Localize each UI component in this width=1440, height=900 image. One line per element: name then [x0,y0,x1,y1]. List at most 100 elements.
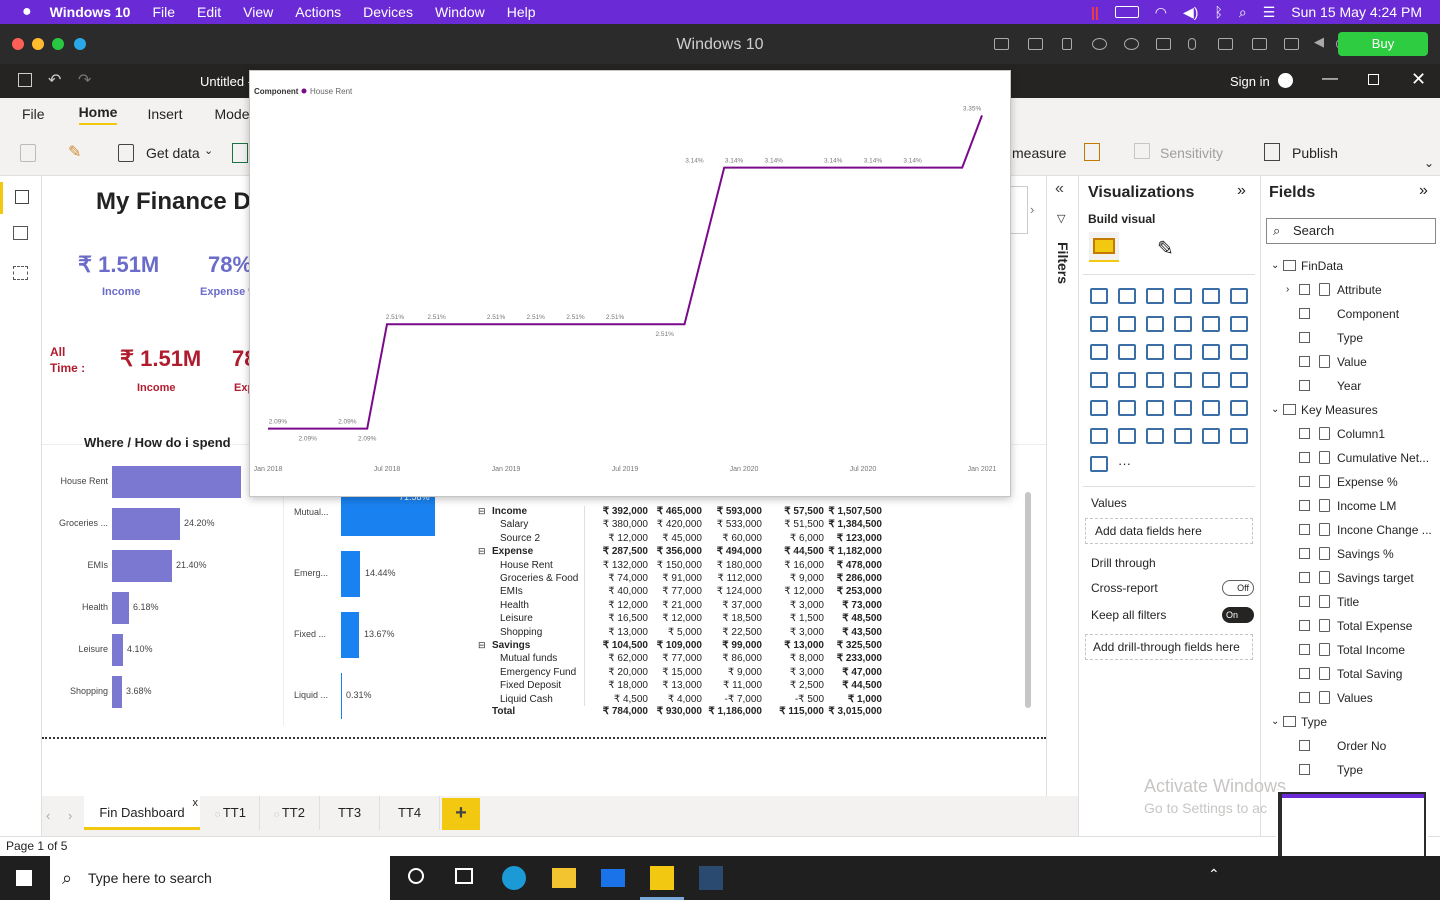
add-data-well[interactable]: Add data fields here [1085,518,1253,544]
format-painter-icon[interactable]: ✎ [68,142,81,162]
chevron-down-icon[interactable]: ⌄ [1271,254,1279,278]
checkbox[interactable] [1299,428,1310,439]
field-item[interactable]: Expense % [1261,470,1440,494]
field-item[interactable]: Type [1261,758,1440,782]
filters-label[interactable]: Filters [1055,242,1071,302]
excel-icon[interactable] [232,143,248,163]
viz-type-icon[interactable] [1202,372,1220,388]
viz-type-icon[interactable] [1090,372,1108,388]
powerbi-taskbar-icon[interactable] [650,866,674,890]
viz-type-icon[interactable] [1118,316,1136,332]
line-chart-popup[interactable]: Component House Rent Jan 2018 Jul 2018 Jan 2… [249,70,1011,497]
volume-icon[interactable]: ◀) [1183,4,1198,21]
redo-icon[interactable]: ↷ [78,70,91,90]
viz-type-icon[interactable]: ··· [1118,456,1136,472]
viz-type-icon[interactable] [1174,400,1192,416]
checkbox[interactable] [1299,452,1310,463]
menu-edit[interactable]: Edit [197,4,221,20]
menu-view[interactable]: View [243,4,273,20]
chevron-down-icon[interactable]: ⌄ [1271,398,1279,422]
checkbox[interactable] [1299,332,1310,343]
usb-icon[interactable] [1062,38,1072,50]
minimize-button[interactable]: — [1322,70,1338,88]
video-icon[interactable] [1252,38,1267,50]
checkbox[interactable] [1299,308,1310,319]
viz-type-icon[interactable] [1146,372,1164,388]
checkbox[interactable] [1299,356,1310,367]
spend-chart[interactable]: House Rent Groceries ... 24.20% EMIs 21.40% H… [42,466,282,726]
field-item[interactable]: Component [1261,302,1440,326]
field-item[interactable]: Year [1261,374,1440,398]
search-icon[interactable]: ⌕ [1239,4,1247,21]
menu-app[interactable]: Windows 10 [50,4,131,20]
sound-icon[interactable] [1156,38,1171,50]
viz-type-icon[interactable] [1090,344,1108,360]
battery-icon[interactable] [1114,6,1139,18]
data-view-icon[interactable] [13,226,28,240]
model-view-icon[interactable] [13,266,28,280]
format-visual-icon[interactable]: ✎ [1157,236,1174,261]
back-icon[interactable]: ◀ [1314,34,1329,49]
viz-type-icon[interactable] [1146,428,1164,444]
cpu-icon[interactable] [1028,38,1043,50]
next-page-icon[interactable]: › [68,808,72,823]
spend-bar[interactable] [112,466,241,498]
keep-filters-toggle[interactable]: On [1222,607,1254,623]
legend-entry[interactable]: House Rent [310,87,353,96]
file-explorer-icon[interactable] [552,868,576,888]
viz-type-icon[interactable] [1146,400,1164,416]
drive-icon[interactable] [1218,38,1233,50]
mail-icon[interactable] [601,869,625,887]
parallels-taskbar-icon[interactable] [699,866,723,890]
close-button[interactable]: ✕ [1411,69,1426,90]
viz-type-icon[interactable] [1174,372,1192,388]
field-item[interactable]: Savings target [1261,566,1440,590]
collapse-left-icon[interactable]: « [1055,180,1064,198]
expand-icon[interactable]: » [1237,182,1246,200]
viz-type-icon[interactable] [1202,288,1220,304]
viz-type-icon[interactable] [1230,400,1248,416]
new-measure-button[interactable]: measure [1012,145,1066,161]
chevron-right-icon[interactable]: › [1030,202,1034,217]
quick-measure-icon[interactable] [1084,143,1100,161]
checkbox[interactable] [1299,644,1310,655]
field-item[interactable]: Column1 [1261,422,1440,446]
database-icon[interactable] [118,144,134,162]
network-icon[interactable] [1124,38,1139,50]
field-item[interactable]: › Attribute [1261,278,1440,302]
add-page-button[interactable]: + [442,798,480,830]
expand-icon[interactable]: » [1419,182,1428,200]
fields-search[interactable]: ⌕ Search [1266,218,1436,244]
field-item[interactable]: Value [1261,350,1440,374]
viz-type-icon[interactable] [1230,288,1248,304]
prev-page-icon[interactable]: ‹ [46,808,50,823]
taskbar-search[interactable]: ⌕ Type here to search [50,856,390,900]
viz-type-icon[interactable] [1202,428,1220,444]
checkbox[interactable] [1299,500,1310,511]
mic-icon[interactable] [1188,38,1196,50]
checkbox[interactable] [1299,476,1310,487]
publish-icon[interactable] [1264,143,1280,161]
field-item[interactable]: Savings % [1261,542,1440,566]
add-drill-well[interactable]: Add drill-through fields here [1085,634,1253,660]
camera-off-icon[interactable] [1092,38,1107,50]
viz-type-icon[interactable] [1174,428,1192,444]
checkbox[interactable] [1299,572,1310,583]
pause-icon[interactable]: || [1091,4,1099,20]
field-item[interactable]: Title [1261,590,1440,614]
edge-icon[interactable] [502,866,526,890]
matrix-visual[interactable]: ⊟ Income ₹ 392,000 ₹ 465,000 ₹ 593,000 ₹ 57,5… [474,506,894,720]
field-item[interactable]: Total Income [1261,638,1440,662]
signin-link[interactable]: Sign in [1230,74,1270,89]
checkbox[interactable] [1299,596,1310,607]
viz-type-icon[interactable] [1090,428,1108,444]
spend-bar[interactable] [112,550,172,582]
collapse-icon[interactable]: ⊟ [478,546,486,557]
wifi-icon[interactable]: ◠ [1155,4,1167,21]
spend-bar[interactable] [112,676,122,708]
field-item[interactable]: Order No [1261,734,1440,758]
keyboard-icon[interactable] [994,38,1009,50]
viz-type-icon[interactable] [1146,316,1164,332]
field-item[interactable]: Total Saving [1261,662,1440,686]
viz-type-icon[interactable] [1090,456,1108,472]
